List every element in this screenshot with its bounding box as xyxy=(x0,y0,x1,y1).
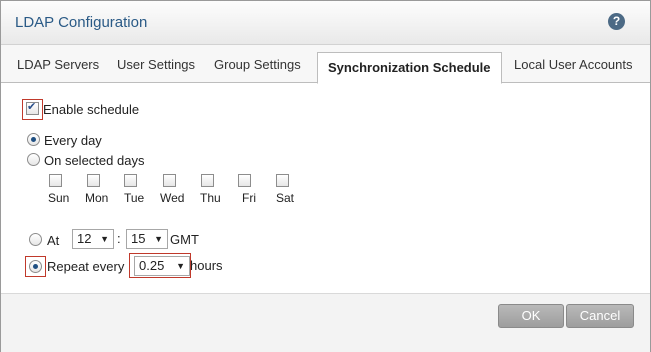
enable-schedule-label: Enable schedule xyxy=(43,102,140,117)
ldap-configuration-dialog: LDAP Configuration ? LDAP Servers User S… xyxy=(0,0,651,352)
day-checkbox-mon[interactable] xyxy=(87,174,100,187)
day-checkbox-sun[interactable] xyxy=(49,174,62,187)
timezone-label: GMT xyxy=(170,232,199,247)
chevron-down-icon: ▼ xyxy=(100,234,109,244)
repeat-interval-select[interactable]: 0.25 ▼ xyxy=(134,256,190,276)
at-hour-value: 12 xyxy=(77,231,92,246)
day-checkbox-wed[interactable] xyxy=(163,174,176,187)
day-label-thu: Thu xyxy=(200,191,221,205)
enable-schedule-checkbox[interactable] xyxy=(26,100,39,115)
day-label-wed: Wed xyxy=(160,191,185,205)
day-checkbox-fri[interactable] xyxy=(238,174,251,187)
repeat-unit-label: hours xyxy=(190,258,223,273)
at-minute-value: 15 xyxy=(131,231,146,246)
cancel-button[interactable]: Cancel xyxy=(566,304,634,328)
at-minute-select[interactable]: 15 ▼ xyxy=(126,229,168,249)
dialog-titlebar: LDAP Configuration ? xyxy=(1,1,650,45)
repeat-every-radio[interactable] xyxy=(29,260,42,273)
repeat-interval-value: 0.25 xyxy=(139,258,165,273)
tab-user-settings[interactable]: User Settings xyxy=(117,57,195,72)
dialog-title: LDAP Configuration xyxy=(15,14,148,31)
at-label: At xyxy=(47,233,60,248)
day-label-mon: Mon xyxy=(85,191,109,205)
day-checkbox-sat[interactable] xyxy=(276,174,289,187)
selected-days-label: On selected days xyxy=(44,153,145,168)
help-icon[interactable]: ? xyxy=(608,13,625,30)
every-day-radio[interactable] xyxy=(27,133,40,146)
chevron-down-icon: ▼ xyxy=(176,261,185,271)
tab-local-user-accounts[interactable]: Local User Accounts xyxy=(514,57,633,72)
day-label-sat: Sat xyxy=(276,191,295,205)
repeat-every-label: Repeat every xyxy=(47,259,125,274)
ok-button[interactable]: OK xyxy=(498,304,564,328)
tab-bar: LDAP Servers User Settings Group Setting… xyxy=(1,45,650,84)
chevron-down-icon: ▼ xyxy=(154,234,163,244)
at-time-radio[interactable] xyxy=(29,233,42,246)
selected-days-radio[interactable] xyxy=(27,153,40,166)
tab-synchronization-schedule[interactable]: Synchronization Schedule xyxy=(317,52,502,84)
at-hour-select[interactable]: 12 ▼ xyxy=(72,229,114,249)
day-checkbox-thu[interactable] xyxy=(201,174,214,187)
day-label-sun: Sun xyxy=(48,191,70,205)
tab-group-settings[interactable]: Group Settings xyxy=(214,57,301,72)
every-day-label: Every day xyxy=(44,133,102,148)
day-label-fri: Fri xyxy=(242,191,256,205)
day-label-tue: Tue xyxy=(124,191,145,205)
day-checkbox-tue[interactable] xyxy=(124,174,137,187)
tab-ldap-servers[interactable]: LDAP Servers xyxy=(17,57,99,72)
time-separator: : xyxy=(117,231,121,246)
